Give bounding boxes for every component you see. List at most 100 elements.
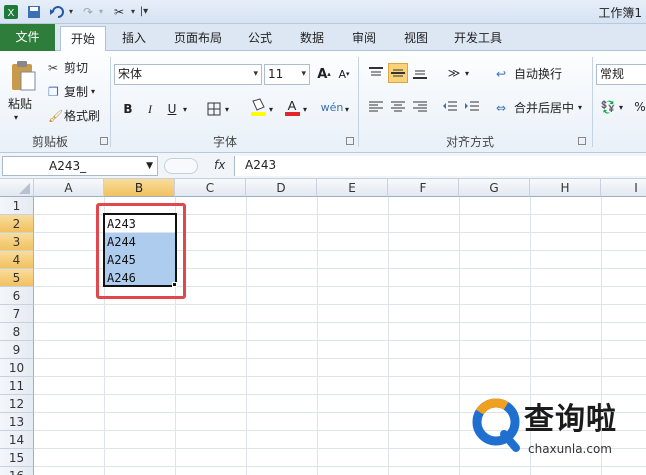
formula-bar-resize-handle[interactable] [164, 158, 198, 174]
currency-icon[interactable]: 💱 [598, 97, 618, 117]
font-name-select[interactable]: 宋体 ▾ [114, 64, 262, 85]
percent-button[interactable]: % [630, 97, 646, 117]
column-header-f[interactable]: F [388, 179, 459, 197]
borders-dropdown-icon[interactable]: ▾ [222, 99, 232, 119]
align-top-icon[interactable] [366, 63, 386, 83]
name-box[interactable]: A243_ ▼ [2, 156, 158, 176]
borders-icon[interactable] [204, 99, 224, 119]
undo-dropdown-icon[interactable]: ▾ [66, 3, 76, 20]
row-header-7[interactable]: 7 [0, 305, 34, 323]
currency-dropdown-icon[interactable]: ▾ [616, 97, 626, 117]
gridline [34, 304, 646, 305]
row-header-3[interactable]: 3 [0, 233, 34, 251]
ribbon-tabs: 文件 开始 插入 页面布局 公式 数据 审阅 视图 开发工具 [0, 24, 646, 52]
underline-button[interactable]: U [162, 99, 182, 119]
column-header-b[interactable]: B [104, 179, 175, 197]
orientation-icon[interactable]: ≫ [444, 63, 464, 83]
name-box-dropdown-icon[interactable]: ▼ [146, 157, 153, 175]
gridline [34, 322, 646, 323]
column-header-c[interactable]: C [175, 179, 246, 197]
tools-icon[interactable]: ✂ [110, 3, 128, 20]
tab-data[interactable]: 数据 [290, 26, 334, 50]
row-header-12[interactable]: 12 [0, 395, 34, 413]
tab-view[interactable]: 视图 [394, 26, 438, 50]
row-header-2[interactable]: 2 [0, 215, 34, 233]
decrease-indent-icon[interactable] [440, 97, 460, 117]
tab-developer[interactable]: 开发工具 [446, 26, 510, 50]
wrap-text-button[interactable]: ↩ 自动换行 [496, 65, 562, 82]
paste-button[interactable]: 粘贴 [8, 95, 32, 112]
font-color-icon[interactable]: A [282, 97, 302, 117]
row-header-5[interactable]: 5 [0, 269, 34, 287]
align-left-icon[interactable] [366, 97, 386, 117]
row-header-6[interactable]: 6 [0, 287, 34, 305]
underline-dropdown-icon[interactable]: ▾ [180, 99, 190, 119]
decrease-font-icon[interactable]: A ▾ [334, 64, 354, 84]
tab-review[interactable]: 审阅 [342, 26, 386, 50]
bold-button[interactable]: B [118, 99, 138, 119]
row-header-8[interactable]: 8 [0, 323, 34, 341]
cut-button[interactable]: ✂ 剪切 [48, 59, 88, 76]
fill-color-icon[interactable] [248, 97, 268, 117]
orientation-dropdown-icon[interactable]: ▾ [462, 63, 472, 83]
font-size-select[interactable]: 11 ▾ [264, 64, 310, 85]
copy-button[interactable]: ❐ 复制 ▾ [48, 83, 95, 100]
row-header-14[interactable]: 14 [0, 431, 34, 449]
clipboard-launcher-icon[interactable] [100, 137, 108, 145]
row-header-4[interactable]: 4 [0, 251, 34, 269]
row-header-10[interactable]: 10 [0, 359, 34, 377]
column-header-e[interactable]: E [317, 179, 388, 197]
customize-quick-access-icon[interactable]: |▾ [138, 3, 150, 20]
gridline [246, 197, 247, 475]
row-header-16[interactable]: 16 [0, 467, 34, 475]
redo-dropdown-icon[interactable]: ▾ [96, 3, 106, 20]
format-painter-button[interactable]: 🖌 格式刷 [48, 107, 100, 124]
column-header-i[interactable]: I [601, 179, 646, 197]
italic-button[interactable]: I [140, 99, 160, 119]
paste-icon[interactable] [6, 57, 40, 97]
row-header-13[interactable]: 13 [0, 413, 34, 431]
merge-center-button[interactable]: ⇔ 合并后居中 ▾ [496, 99, 582, 116]
formula-input[interactable]: A243 [234, 156, 646, 176]
redo-icon[interactable]: ↷ [80, 3, 96, 20]
undo-icon[interactable] [48, 3, 66, 20]
alignment-launcher-icon[interactable] [578, 137, 586, 145]
save-icon[interactable] [26, 3, 42, 20]
column-header-g[interactable]: G [459, 179, 530, 197]
align-bottom-icon[interactable] [410, 63, 430, 83]
svg-text:A: A [288, 98, 297, 113]
align-center-icon[interactable] [388, 97, 408, 117]
phonetic-icon[interactable]: wén [321, 97, 344, 117]
align-middle-icon[interactable] [388, 63, 408, 83]
tab-formulas[interactable]: 公式 [238, 26, 282, 50]
row-header-15[interactable]: 15 [0, 449, 34, 467]
increase-indent-icon[interactable] [462, 97, 482, 117]
copy-dropdown-icon[interactable]: ▾ [91, 87, 95, 96]
watermark-brand: 查询啦 [524, 402, 617, 437]
column-header-d[interactable]: D [246, 179, 317, 197]
phonetic-dropdown-icon[interactable]: ▾ [342, 99, 352, 119]
font-color-dropdown-icon[interactable]: ▾ [300, 99, 310, 119]
tools-dropdown-icon[interactable]: ▾ [128, 3, 138, 20]
column-header-a[interactable]: A [34, 179, 104, 197]
tab-insert[interactable]: 插入 [112, 26, 156, 50]
paste-dropdown-icon[interactable]: ▾ [14, 113, 18, 122]
insert-function-icon[interactable]: fx [214, 158, 225, 172]
number-format-select[interactable]: 常规 [596, 64, 646, 85]
watermark: 查询啦 chaxunla.com [468, 392, 646, 475]
tab-file[interactable]: 文件 [0, 24, 55, 51]
merge-dropdown-icon[interactable]: ▾ [578, 103, 582, 112]
fill-color-dropdown-icon[interactable]: ▾ [266, 99, 276, 119]
select-all-corner[interactable] [0, 179, 34, 197]
increase-font-icon[interactable]: A ▴ [314, 64, 334, 84]
row-header-11[interactable]: 11 [0, 377, 34, 395]
tab-home[interactable]: 开始 [60, 26, 106, 52]
row-header-9[interactable]: 9 [0, 341, 34, 359]
row-header-1[interactable]: 1 [0, 197, 34, 215]
merge-center-icon: ⇔ [496, 100, 507, 115]
align-right-icon[interactable] [410, 97, 430, 117]
group-separator [110, 57, 111, 147]
column-header-h[interactable]: H [530, 179, 601, 197]
font-launcher-icon[interactable] [346, 137, 354, 145]
tab-page-layout[interactable]: 页面布局 [166, 26, 230, 50]
